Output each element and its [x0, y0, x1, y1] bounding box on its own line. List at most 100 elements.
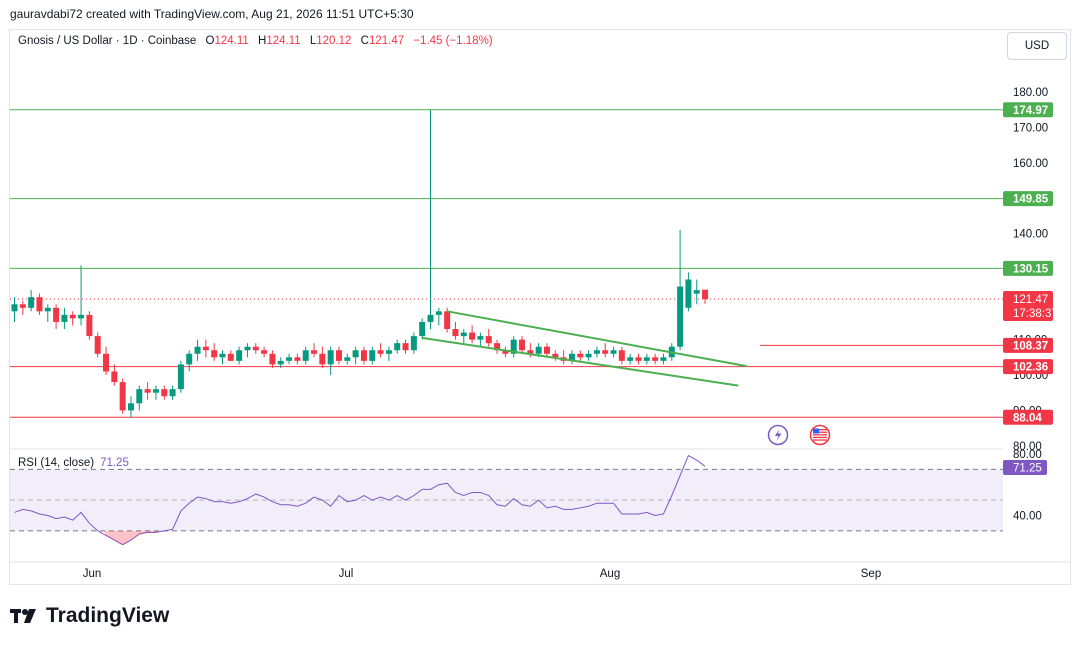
candle-body[interactable]	[127, 403, 134, 411]
candle-body[interactable]	[693, 290, 700, 294]
close-label: C	[360, 35, 369, 47]
candle-body[interactable]	[419, 321, 426, 337]
candle-body[interactable]	[202, 346, 209, 351]
candle-body[interactable]	[369, 350, 376, 361]
candle-body[interactable]	[677, 286, 684, 347]
candle-body[interactable]	[311, 350, 318, 354]
x-axis-tick: Sep	[861, 568, 881, 580]
tradingview-logo-icon	[10, 607, 40, 625]
candle-body[interactable]	[61, 314, 68, 322]
candle-body[interactable]	[610, 350, 617, 354]
candle-body[interactable]	[635, 357, 642, 361]
candle-body[interactable]	[36, 297, 43, 312]
candle-body[interactable]	[186, 353, 193, 365]
candle-body[interactable]	[427, 314, 434, 322]
candle-body[interactable]	[652, 357, 659, 361]
candle-body[interactable]	[219, 353, 226, 358]
candle-body[interactable]	[261, 350, 268, 354]
candle-body[interactable]	[360, 350, 367, 361]
candle-body[interactable]	[194, 346, 201, 354]
candle-body[interactable]	[44, 307, 51, 312]
candle-body[interactable]	[618, 350, 625, 361]
candle-body[interactable]	[327, 350, 334, 365]
candlestick-chart[interactable]: 180.00170.00160.00140.00110.00100.0090.0…	[0, 0, 1080, 647]
rsi-label[interactable]: RSI (14, close)	[18, 457, 94, 469]
candle-body[interactable]	[86, 314, 93, 337]
candle-body[interactable]	[410, 336, 417, 351]
candle-body[interactable]	[269, 353, 276, 365]
candle-body[interactable]	[236, 350, 243, 361]
candle-body[interactable]	[302, 350, 309, 361]
candle-body[interactable]	[335, 350, 342, 361]
candle-body[interactable]	[660, 357, 667, 361]
candle-body[interactable]	[394, 343, 401, 351]
candle-body[interactable]	[28, 297, 35, 308]
candle-body[interactable]	[252, 346, 259, 351]
candle-body[interactable]	[152, 389, 159, 393]
candle-body[interactable]	[627, 357, 634, 361]
candle-body[interactable]	[444, 311, 451, 330]
candle-body[interactable]	[685, 279, 692, 308]
rsi-y-tick: 80.00	[1013, 449, 1042, 461]
candle-body[interactable]	[377, 350, 384, 354]
candle-body[interactable]	[593, 350, 600, 354]
candle-body[interactable]	[19, 304, 26, 308]
level-tag-text: 174.97	[1013, 105, 1048, 117]
candle-body[interactable]	[702, 289, 709, 300]
candle-body[interactable]	[53, 307, 60, 322]
candle-body[interactable]	[519, 339, 526, 351]
candle-body[interactable]	[402, 343, 409, 351]
y-axis-tick: 170.00	[1013, 122, 1048, 134]
candle-body[interactable]	[602, 350, 609, 354]
wedge-line[interactable]	[422, 336, 739, 387]
candle-body[interactable]	[11, 304, 18, 312]
currency-button[interactable]: USD	[1007, 32, 1067, 60]
candle-body[interactable]	[352, 350, 359, 358]
wedge-line[interactable]	[446, 310, 747, 368]
candle-body[interactable]	[136, 389, 143, 404]
candle-body[interactable]	[103, 353, 110, 372]
candle-body[interactable]	[477, 336, 484, 340]
candle-body[interactable]	[460, 332, 467, 337]
candle-body[interactable]	[169, 389, 176, 397]
us-flag-stripe	[813, 436, 827, 439]
level-tag-text: 149.85	[1013, 194, 1049, 206]
candle-body[interactable]	[294, 357, 301, 361]
candle-body[interactable]	[211, 350, 218, 358]
candle-body[interactable]	[177, 364, 184, 390]
open-value: 124.11	[214, 35, 249, 47]
candle-body[interactable]	[452, 329, 459, 337]
level-tag-text: 102.36	[1013, 362, 1048, 374]
candle-body[interactable]	[577, 353, 584, 358]
candle-body[interactable]	[344, 357, 351, 361]
candle-body[interactable]	[144, 389, 151, 393]
candle-body[interactable]	[385, 350, 392, 354]
candle-body[interactable]	[227, 353, 234, 361]
candle-body[interactable]	[535, 346, 542, 354]
rsi-legend: RSI (14, close) 71.25	[18, 457, 129, 469]
candle-body[interactable]	[119, 382, 126, 411]
candle-body[interactable]	[277, 360, 284, 365]
candle-body[interactable]	[111, 371, 118, 383]
candle-body[interactable]	[435, 311, 442, 315]
candle-body[interactable]	[469, 332, 476, 340]
candle-body[interactable]	[585, 353, 592, 358]
candle-body[interactable]	[94, 336, 101, 354]
symbol-name[interactable]: Gnosis / US Dollar · 1D · Coinbase	[18, 35, 196, 47]
tradingview-logo-text: TradingView	[46, 604, 170, 627]
level-tag-text: 130.15	[1013, 263, 1049, 275]
rsi-value-tag-text: 71.25	[1013, 462, 1042, 474]
candle-body[interactable]	[543, 346, 550, 354]
candle-body[interactable]	[643, 357, 650, 361]
candle-body[interactable]	[69, 314, 76, 319]
us-flag-stripe	[813, 439, 827, 441]
candle-body[interactable]	[319, 353, 326, 365]
candle-body[interactable]	[485, 336, 492, 344]
candle-body[interactable]	[161, 389, 168, 397]
us-flag-canton	[813, 428, 819, 434]
y-axis-tick: 180.00	[1013, 87, 1048, 99]
high-value: 124.11	[266, 35, 301, 47]
candle-body[interactable]	[78, 314, 85, 319]
candle-body[interactable]	[286, 357, 293, 361]
candle-body[interactable]	[244, 346, 251, 351]
